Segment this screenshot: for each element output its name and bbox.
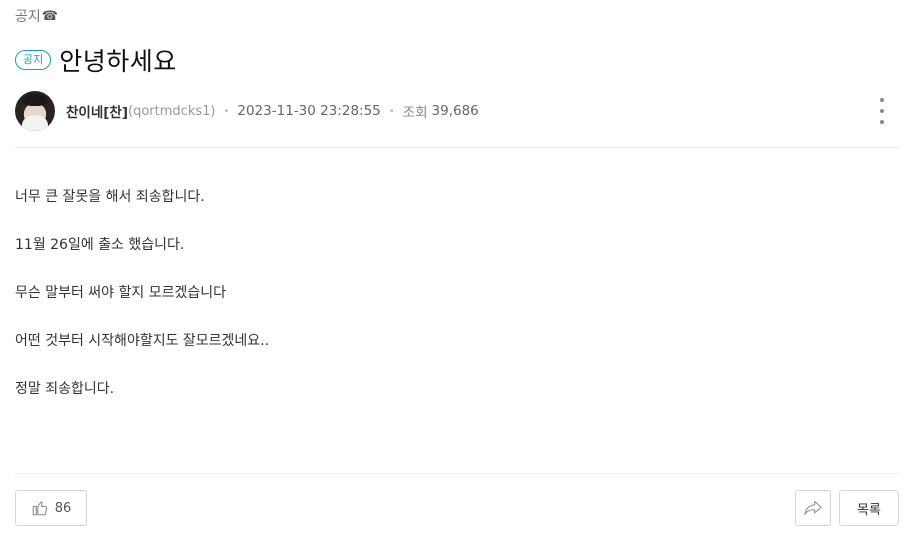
share-button[interactable] [795, 490, 831, 526]
post-meta: 찬이네[찬] (qortmdcks1) • 2023-11-30 23:28:5… [66, 101, 479, 121]
footer-divider [15, 473, 900, 474]
like-button[interactable]: 86 [15, 490, 87, 526]
separator-dot: • [223, 105, 230, 117]
header-divider [15, 147, 900, 148]
breadcrumb-label[interactable]: 공지 [15, 6, 41, 26]
list-button-label: 목록 [857, 502, 881, 518]
like-count: 86 [54, 500, 72, 516]
body-paragraph: 너무 큰 잘못을 해서 죄송합니다. [15, 189, 205, 205]
more-dot-icon [880, 120, 884, 124]
views-count: 39,686 [431, 103, 479, 119]
post-body: 너무 큰 잘못을 해서 죄송합니다. 11월 26일에 출소 했습니다. 무슨 … [15, 187, 269, 427]
post-header: 공지 안녕하세요 [15, 42, 177, 78]
avatar[interactable] [15, 91, 55, 131]
share-icon [804, 500, 822, 516]
post-date: 2023-11-30 23:28:55 [237, 103, 381, 119]
author-row: 찬이네[찬] (qortmdcks1) • 2023-11-30 23:28:5… [15, 90, 900, 132]
breadcrumb[interactable]: 공지 ☎ [15, 6, 58, 26]
more-options-button[interactable] [874, 98, 890, 124]
more-dot-icon [880, 109, 884, 113]
list-button[interactable]: 목록 [839, 490, 899, 526]
separator-dot: • [388, 105, 395, 117]
thumbs-up-icon [32, 501, 47, 516]
body-paragraph: 정말 죄송합니다. [15, 381, 115, 397]
phone-icon: ☎ [41, 8, 58, 24]
views-label: 조회 [402, 105, 428, 121]
notice-badge: 공지 [15, 50, 52, 70]
post-title: 안녕하세요 [59, 47, 177, 76]
body-paragraph: 어떤 것부터 시작해야할지도 잘모르겠네요.. [15, 333, 270, 349]
author-nickname[interactable]: 찬이네[찬] [66, 101, 128, 121]
author-user-id: (qortmdcks1) [128, 103, 216, 119]
more-dot-icon [880, 98, 884, 102]
body-paragraph: 무슨 말부터 써야 할지 모르겠습니다 [15, 285, 226, 301]
body-paragraph: 11월 26일에 출소 했습니다. [15, 237, 185, 253]
